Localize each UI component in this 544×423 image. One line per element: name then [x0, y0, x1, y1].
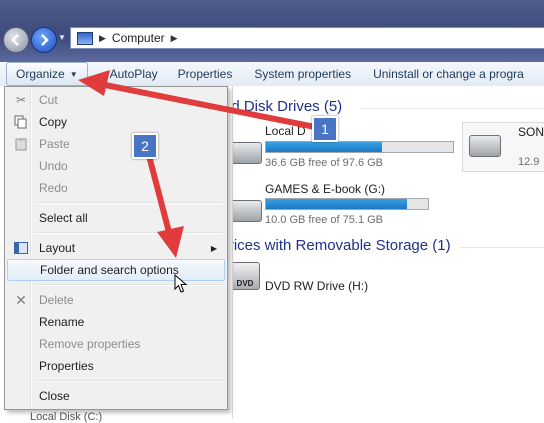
drive-name: SON — [518, 125, 544, 139]
uninstall-button[interactable]: Uninstall or change a progra — [365, 63, 532, 85]
menu-separator — [35, 232, 223, 234]
forward-arrow-icon — [41, 34, 49, 46]
properties-button[interactable]: Properties — [170, 63, 241, 85]
menu-item-label: Layout — [39, 241, 76, 255]
drive-free-space: 10.0 GB free of 75.1 GB — [265, 214, 384, 226]
hard-disk-group-title[interactable]: ard Disk Drives (5) — [218, 98, 342, 115]
menu-item-select-all[interactable]: Select all — [7, 207, 225, 229]
menu-item-close[interactable]: Close — [7, 385, 225, 407]
menu-item-label: Rename — [39, 315, 85, 329]
organize-button[interactable]: Organize ▼ — [6, 62, 88, 86]
back-arrow-icon — [11, 34, 19, 46]
chevron-down-icon: ▼ — [69, 69, 78, 79]
menu-item-undo[interactable]: Undo — [7, 155, 225, 177]
menu-item-delete[interactable]: ✕ Delete — [7, 289, 225, 311]
menu-item-label: Cut — [39, 93, 58, 107]
menu-item-redo[interactable]: Redo — [7, 177, 225, 199]
breadcrumb-computer[interactable]: Computer — [112, 31, 165, 45]
menu-item-rename[interactable]: Rename — [7, 311, 225, 333]
mouse-cursor-icon — [174, 274, 188, 293]
menu-item-folder-options[interactable]: Folder and search options — [7, 259, 225, 281]
drive-usage-bar — [265, 141, 454, 153]
nav-item-local-disk[interactable]: Local Disk (C:) — [30, 411, 102, 423]
hard-drive-icon — [230, 142, 262, 164]
title-bar: ▼ ▶ Computer ▶ — [0, 0, 544, 62]
menu-item-label: Redo — [39, 181, 68, 195]
hard-drive-icon — [469, 135, 501, 157]
drive-free-space: 36.6 GB free of 97.6 GB — [265, 157, 384, 169]
recent-pages-dropdown-icon[interactable]: ▼ — [58, 33, 66, 42]
autoplay-button[interactable]: AutoPlay — [102, 63, 166, 85]
menu-item-layout[interactable]: Layout ▶ — [7, 237, 225, 259]
menu-item-label: Delete — [39, 293, 74, 307]
menu-item-label: Select all — [39, 211, 88, 225]
computer-icon — [77, 31, 93, 45]
drive-usage-fill — [266, 142, 382, 152]
menu-item-label: Undo — [39, 159, 68, 173]
scissors-icon: ✂ — [15, 93, 27, 107]
breadcrumb-separator-icon[interactable]: ▶ — [99, 33, 106, 44]
group-divider — [360, 108, 544, 109]
menu-item-cut[interactable]: ✂ Cut — [7, 89, 225, 111]
menu-separator — [35, 202, 223, 204]
removable-group-title[interactable]: evices with Removable Storage (1) — [218, 237, 451, 254]
menu-separator — [35, 380, 223, 382]
menu-item-label: Paste — [39, 137, 70, 151]
drive-usage-fill — [266, 199, 407, 209]
breadcrumb-separator-icon[interactable]: ▶ — [171, 33, 178, 44]
menu-item-remove-properties[interactable]: Remove properties — [7, 333, 225, 355]
menu-item-label: Close — [39, 389, 70, 403]
forward-button[interactable] — [31, 27, 57, 53]
submenu-arrow-icon: ▶ — [210, 243, 217, 253]
menu-item-label: Folder and search options — [40, 263, 179, 277]
menu-item-label: Remove properties — [39, 337, 141, 351]
group-divider — [460, 247, 544, 248]
drive-name: Local D — [265, 124, 306, 138]
menu-item-properties[interactable]: Properties — [7, 355, 225, 377]
menu-item-label: Properties — [39, 359, 94, 373]
step-badge-1: 1 — [312, 116, 338, 142]
address-bar[interactable]: ▶ Computer ▶ — [70, 27, 544, 49]
menu-item-copy[interactable]: Copy — [7, 111, 225, 133]
menu-item-paste[interactable]: Paste — [7, 133, 225, 155]
organize-label: Organize — [16, 67, 65, 81]
menu-separator — [35, 284, 223, 286]
system-properties-button[interactable]: System properties — [246, 63, 359, 85]
drive-item-selected[interactable]: SON 12.9 — [462, 122, 544, 172]
layout-icon — [13, 240, 29, 256]
menu-item-label: Copy — [39, 115, 68, 129]
back-button[interactable] — [3, 27, 29, 53]
drive-name: DVD RW Drive (H:) — [265, 279, 369, 293]
step-badge-2: 2 — [132, 133, 158, 159]
drive-free-space: 12.9 — [518, 156, 540, 168]
delete-icon: ✕ — [15, 291, 27, 308]
hard-drive-icon — [230, 200, 262, 222]
organize-menu: ✂ Cut Copy Paste Undo Redo Select all La… — [4, 86, 228, 410]
copy-icon — [13, 114, 29, 130]
drive-usage-bar — [265, 198, 429, 210]
dvd-drive-icon: DVD — [230, 262, 260, 290]
clipboard-icon — [13, 136, 29, 152]
drive-name: GAMES & E-book (G:) — [265, 182, 386, 196]
command-bar: Organize ▼ AutoPlay Properties System pr… — [0, 62, 544, 87]
